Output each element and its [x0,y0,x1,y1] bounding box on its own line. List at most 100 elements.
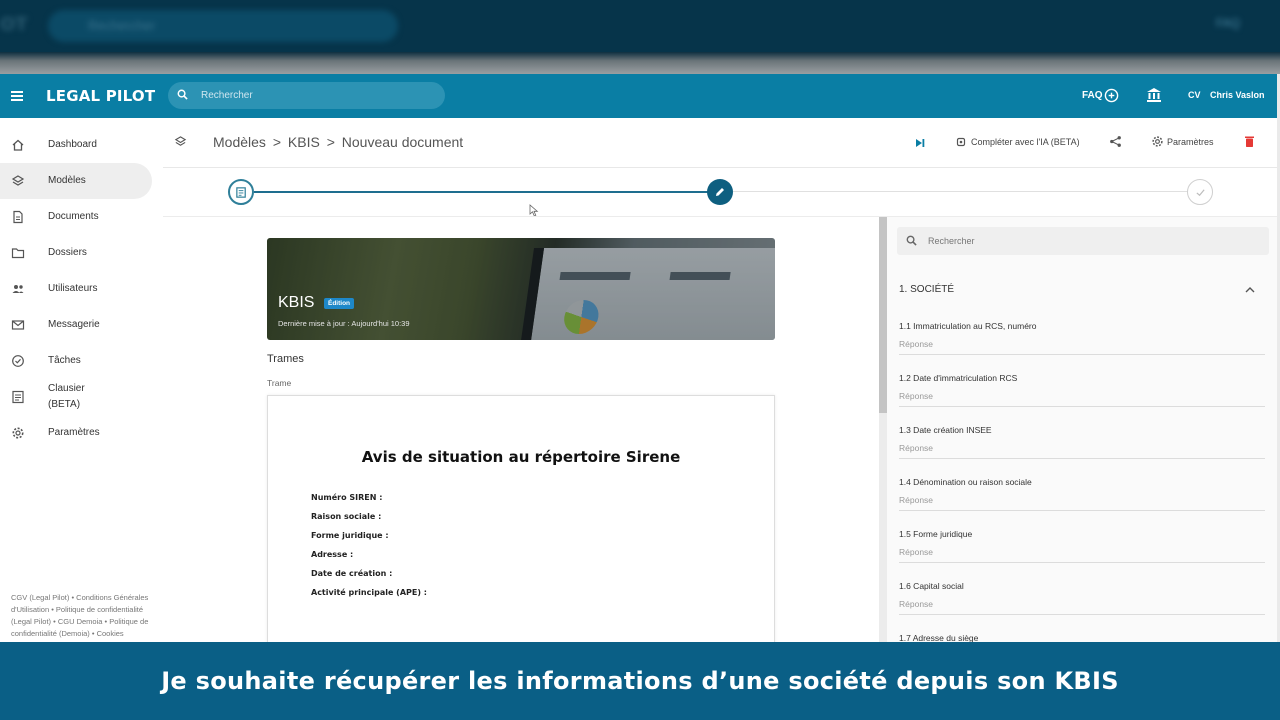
user-avatar[interactable]: CV [1188,90,1201,100]
questionnaire-search-input[interactable]: Rechercher [897,227,1269,255]
trash-icon[interactable] [1244,135,1255,148]
answer-input[interactable]: Réponse [899,337,1265,355]
ai-chip-icon[interactable] [955,136,967,148]
caption-banner: Je souhaite récupérer les informations d… [0,642,1280,720]
trame-label: Trame [267,378,292,388]
trames-heading: Trames [267,353,304,365]
document-title: Avis de situation au répertoire Sirene [361,448,681,466]
brand-logo[interactable]: LEGAL PILOT [46,87,155,105]
breadcrumb: Modèles > KBIS > Nouveau document [213,134,466,150]
document-field: Forme juridique : [311,531,389,540]
layers-icon [11,175,25,186]
stepper-line-completed [254,191,710,193]
step-1-document[interactable] [228,179,254,205]
share-icon[interactable] [1109,135,1122,148]
settings-button[interactable]: Paramètres [1167,137,1214,147]
global-search-placeholder: Rechercher [201,90,253,101]
sidebar-item-label: Clausier (BETA) [48,381,85,413]
question-label: 1.3 Date création INSEE [899,425,992,435]
question-label: 1.5 Forme juridique [899,529,973,539]
answer-input[interactable]: Réponse [899,597,1265,615]
home-icon [12,139,24,151]
faq-link[interactable]: FAQ [1082,90,1103,101]
questionnaire-panel: Rechercher 1. SOCIÉTÉ 1.1 Immatriculatio… [887,217,1280,643]
user-name[interactable]: Chris Vaslon [1210,90,1265,100]
breadcrumb-current: Nouveau document [341,134,464,150]
folder-icon [11,248,25,259]
answer-placeholder: Réponse [899,495,934,505]
template-hero-card: KBIS Édition Dernière mise à jour : Aujo… [267,238,775,340]
mail-icon [11,320,25,330]
answer-input[interactable]: Réponse [899,493,1265,511]
answer-input[interactable]: Réponse [899,389,1265,407]
breadcrumb-modeles[interactable]: Modèles [213,134,266,150]
list-icon [12,390,24,404]
answer-input[interactable]: Réponse [899,545,1265,563]
breadcrumb-kbis[interactable]: KBIS [288,134,320,150]
global-search-input[interactable]: Rechercher [168,82,445,109]
document-field: Adresse : [311,550,354,559]
main-content: Modèles > KBIS > Nouveau document Complé… [163,118,1280,655]
sidebar-item-documents[interactable]: Documents [0,199,152,235]
pencil-icon [716,188,724,196]
document-field: Raison sociale : [311,512,382,521]
document-page[interactable]: Avis de situation au répertoire Sirene N… [267,395,775,655]
complete-with-ai-button[interactable]: Compléter avec l'IA (BETA) [971,137,1080,147]
legal-footer-links[interactable]: CGV (Legal Pilot) • Conditions Générales… [11,592,156,640]
sidebar-item-label: Messagerie [48,319,100,330]
gear-icon [12,427,24,439]
step-2-edit[interactable] [707,179,733,205]
layers-icon [174,136,187,146]
answer-placeholder: Réponse [899,443,934,453]
document-field: Numéro SIREN : [311,493,383,502]
questionnaire-search-placeholder: Rechercher [928,236,975,246]
chevron-up-icon[interactable] [1245,286,1255,293]
breadcrumb-separator: > [272,134,281,150]
app-header: LEGAL PILOT Rechercher FAQ CV Chris Vasl… [0,74,1280,118]
answer-input[interactable]: Réponse [899,441,1265,459]
sidebar-item-label: Dashboard [48,139,97,150]
question-label: 1.6 Capital social [899,581,964,591]
preview-scrollbar-thumb[interactable] [879,217,887,413]
skip-next-icon[interactable] [915,138,925,148]
gear-icon[interactable] [1151,135,1164,148]
sidebar-item-utilisateurs[interactable]: Utilisateurs [0,271,152,307]
help-plus-icon[interactable] [1104,88,1119,103]
question-label: 1.1 Immatriculation au RCS, numéro [899,321,1037,331]
question-label: 1.2 Date d'immatriculation RCS [899,373,1018,383]
sidebar-item-parametres[interactable]: Paramètres [0,415,152,451]
sidebar-item-messagerie[interactable]: Messagerie [0,307,152,343]
caption-text: Je souhaite récupérer les informations d… [161,667,1119,695]
document-preview-area: KBIS Édition Dernière mise à jour : Aujo… [163,217,879,655]
checkmark-icon [1195,188,1205,196]
sidebar-item-dashboard[interactable]: Dashboard [0,127,152,163]
answer-placeholder: Réponse [899,339,934,349]
clausier-label: Clausier [48,383,85,394]
hamburger-menu-icon[interactable] [11,91,23,101]
document-field: Date de création : [311,569,393,578]
sidebar-item-modeles[interactable]: Modèles [0,163,152,199]
document-icon [13,210,23,224]
sidebar-item-taches[interactable]: Tâches [0,343,152,379]
sidebar-item-label: Utilisateurs [48,283,98,294]
sidebar-item-label: Paramètres [48,427,100,438]
sidebar-item-dossiers[interactable]: Dossiers [0,235,152,271]
section-title[interactable]: 1. SOCIÉTÉ [899,284,954,295]
step-3-done[interactable] [1187,179,1213,205]
blurred-logo: OT [0,14,28,35]
answer-placeholder: Réponse [899,391,934,401]
search-icon [177,89,188,100]
document-field: Activité principale (APE) : [311,588,427,597]
blurred-faq: FAQ [1215,16,1240,30]
search-icon [906,235,917,246]
sidebar-item-label: Modèles [48,175,86,186]
question-label: 1.4 Dénomination ou raison sociale [899,477,1032,487]
answer-placeholder: Réponse [899,547,934,557]
sidebar-item-clausier[interactable]: Clausier (BETA) [0,379,152,415]
check-circle-icon [12,355,24,367]
bank-icon[interactable] [1146,87,1162,103]
stepper-line-pending [733,191,1189,192]
breadcrumb-separator: > [326,134,335,150]
sidebar: Dashboard Modèles Documents Dossiers Uti… [0,118,163,642]
blurred-search-placeholder: Rechercher [88,18,156,33]
